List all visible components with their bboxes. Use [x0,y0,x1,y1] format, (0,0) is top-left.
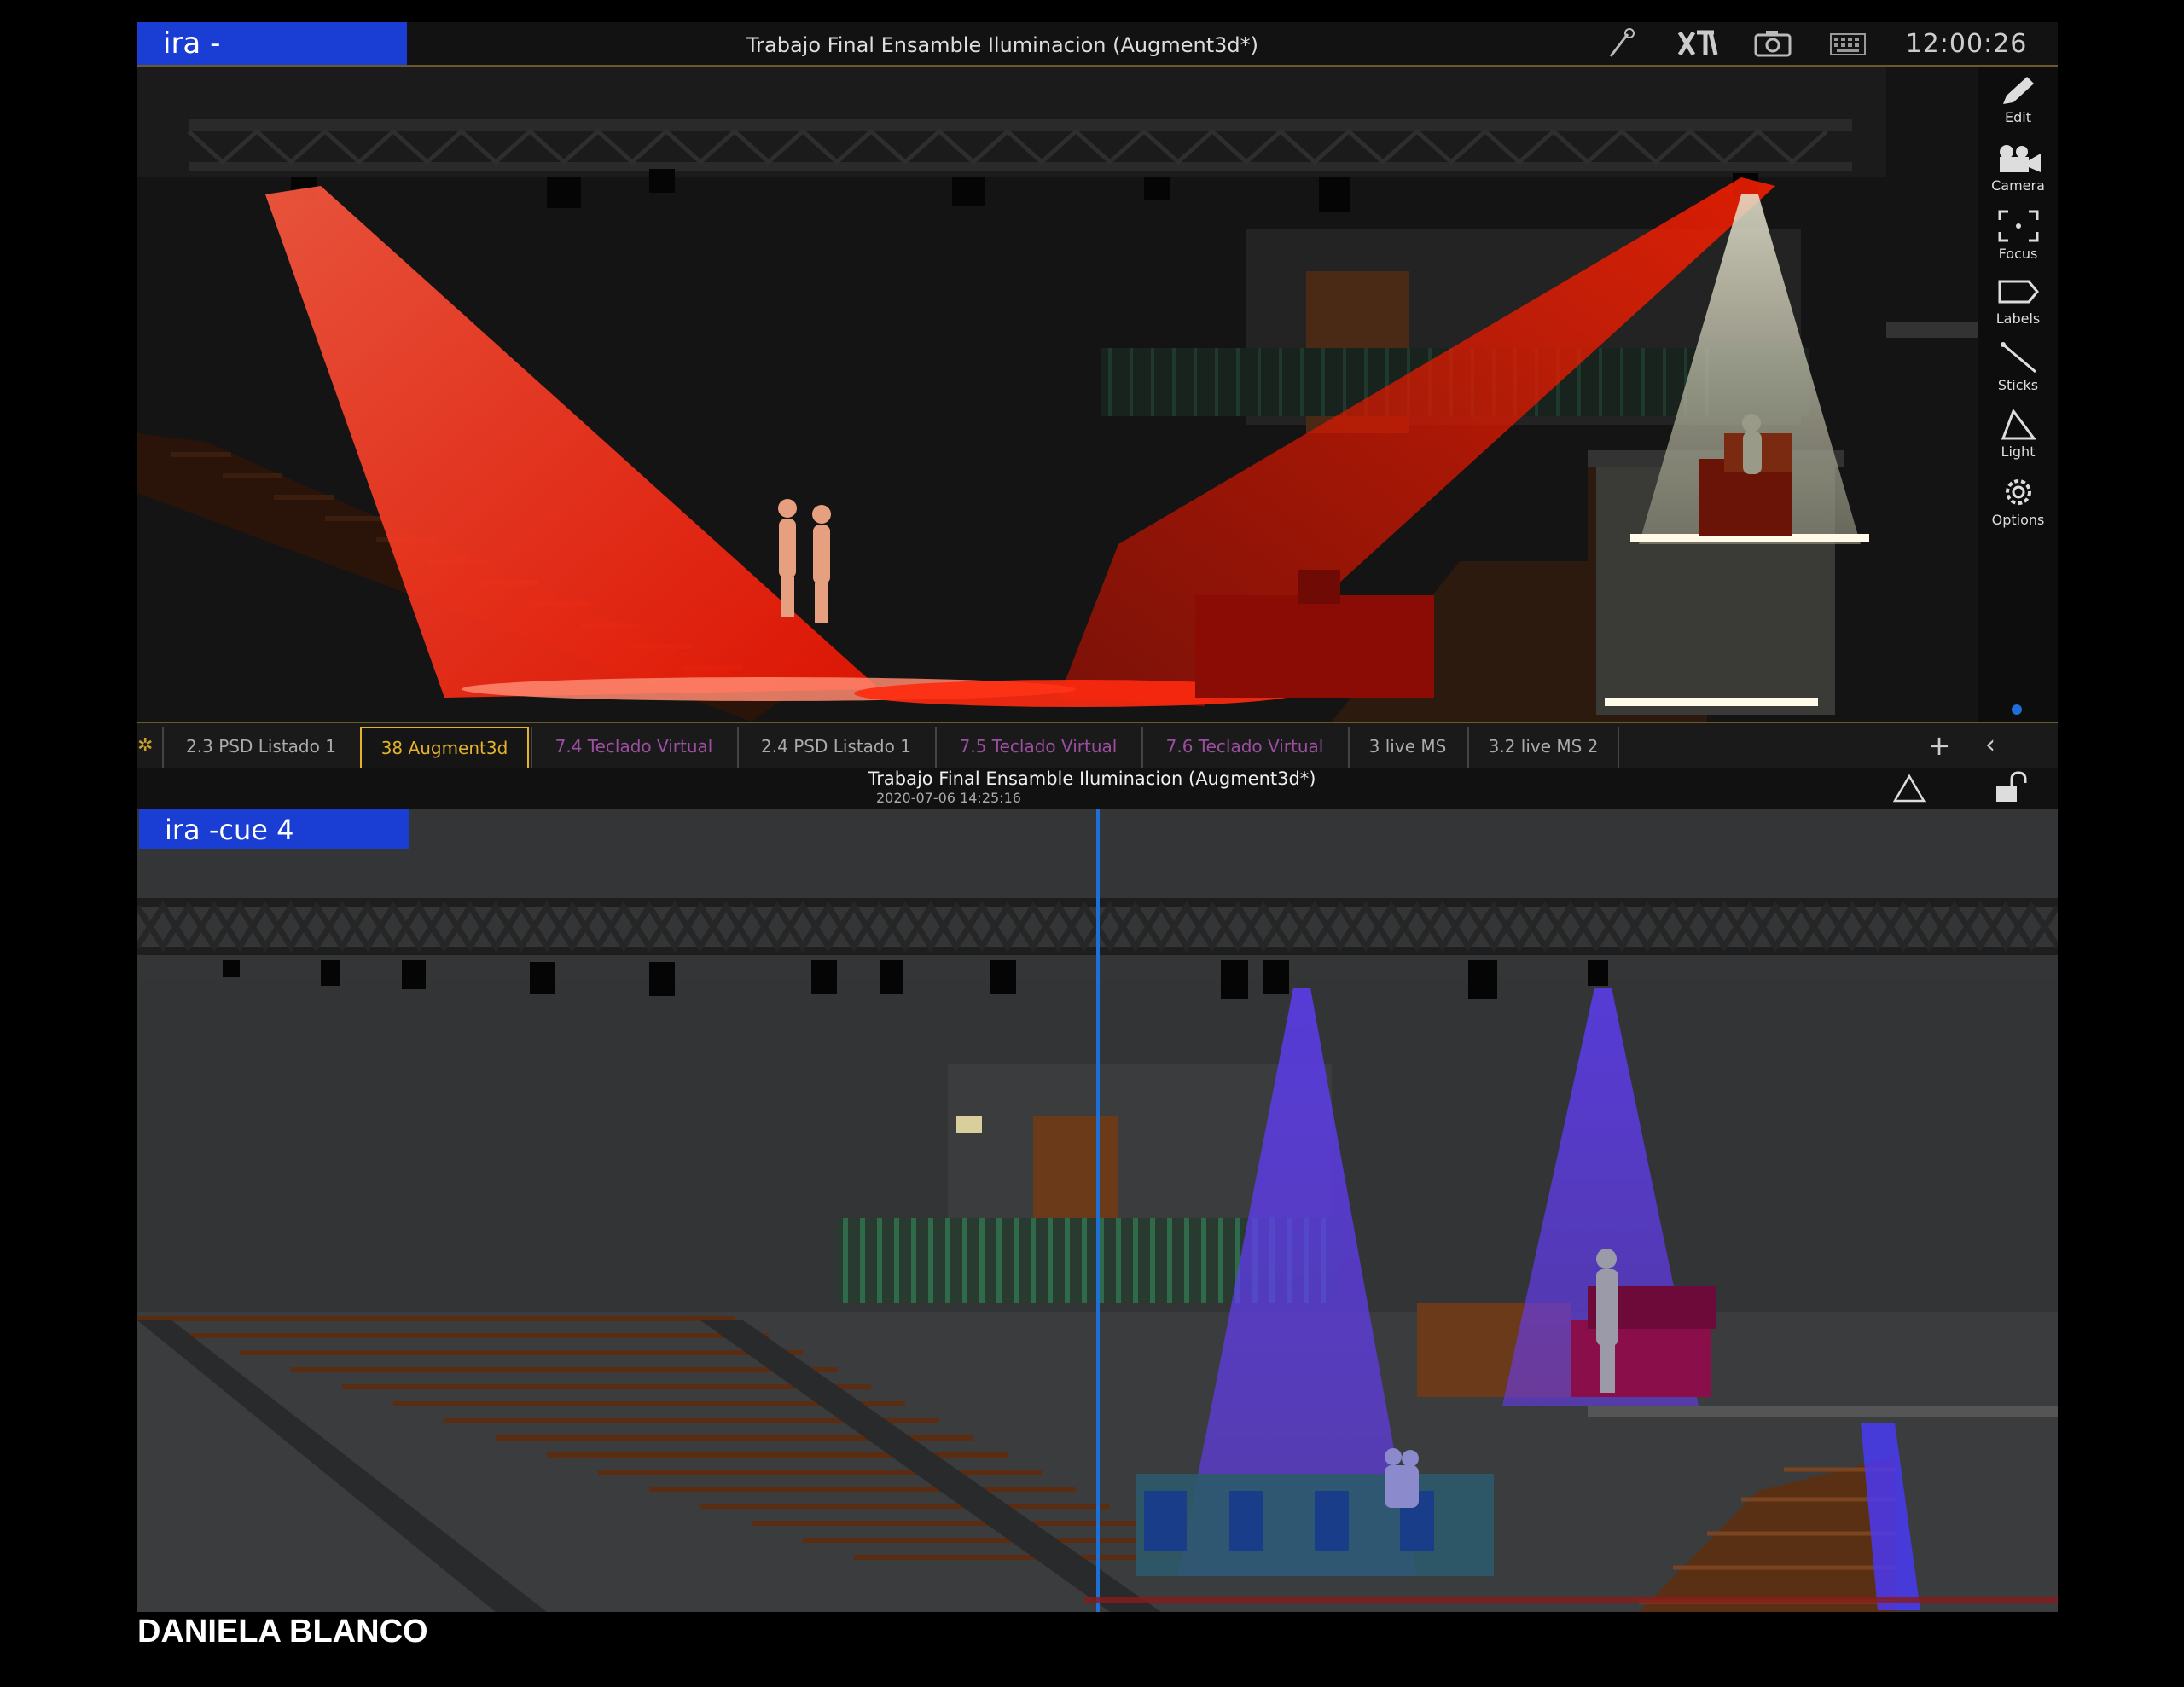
tab-3-live-ms[interactable]: 3 live MS [1348,727,1466,768]
author-caption: DANIELA BLANCO [137,1614,428,1649]
status-dot [2012,704,2022,715]
light-tool[interactable]: Light [1978,401,2058,464]
show-date: 2020-07-06 14:25:16 [876,790,1021,806]
stick-icon [2000,342,2036,374]
top-cue-label: ira - [137,22,407,65]
settings-star-icon[interactable]: ✲ [137,735,153,757]
unlock-icon[interactable] [1993,771,2027,803]
tab-3-2-live-ms-2[interactable]: 3.2 live MS 2 [1467,727,1619,768]
top-3d-viewport[interactable] [137,67,1978,722]
options-tool-label: Options [1991,512,2045,528]
light-cone-icon [2001,408,2036,440]
focus-tool-label: Focus [1998,246,2038,262]
chevron-left-icon[interactable]: ‹ [1978,730,2003,761]
labels-tool[interactable]: Labels [1978,268,2058,331]
bottom-3d-viewport[interactable] [137,809,2058,1612]
keyboard-icon[interactable] [1828,27,1867,60]
tool-rail: Edit Camera Focus Labels Sticks Light Op… [1978,67,2058,722]
tab-2-3-psd-listado[interactable]: 2.3 PSD Listado 1 [162,727,358,768]
xt-logo-icon[interactable] [1676,27,1719,60]
tab-7-5-teclado-virtual[interactable]: 7.5 Teclado Virtual [935,727,1140,768]
edit-tool[interactable]: Edit [1978,67,2058,130]
gear-icon [2005,479,2031,505]
camera-tool[interactable]: Camera [1978,135,2058,198]
sticks-tool-label: Sticks [1997,377,2039,393]
add-tab-icon[interactable]: + [1926,730,1952,761]
video-camera-icon [1999,145,2041,172]
options-tool[interactable]: Options [1978,467,2058,530]
tag-icon [1998,280,2039,304]
camera-snapshot-icon[interactable] [1753,27,1792,60]
tab-38-augment3d[interactable]: 38 Augment3d [360,727,529,768]
focus-brackets-icon [1998,210,2038,242]
tab-7-6-teclado-virtual[interactable]: 7.6 Teclado Virtual [1141,727,1346,768]
show-title: Trabajo Final Ensamble Iluminacion (Augm… [868,768,1316,789]
bottom-cue-label: ira -cue 4 [139,809,409,849]
labels-tool-label: Labels [1995,310,2041,327]
wand-icon[interactable] [1604,27,1638,60]
sticks-tool[interactable]: Sticks [1978,334,2058,397]
pencil-icon [2002,77,2034,104]
camera-tool-label: Camera [1991,177,2045,194]
clock-readout: 12:00:26 [1905,29,2028,59]
warning-triangle-icon[interactable] [1892,773,1926,803]
light-tool-label: Light [2001,443,2036,460]
focus-tool[interactable]: Focus [1978,201,2058,264]
tab-7-4-teclado-virtual[interactable]: 7.4 Teclado Virtual [531,727,735,768]
window-title: Trabajo Final Ensamble Iluminacion (Augm… [746,33,1258,57]
tab-2-4-psd-listado[interactable]: 2.4 PSD Listado 1 [737,727,933,768]
edit-tool-label: Edit [2005,109,2031,125]
